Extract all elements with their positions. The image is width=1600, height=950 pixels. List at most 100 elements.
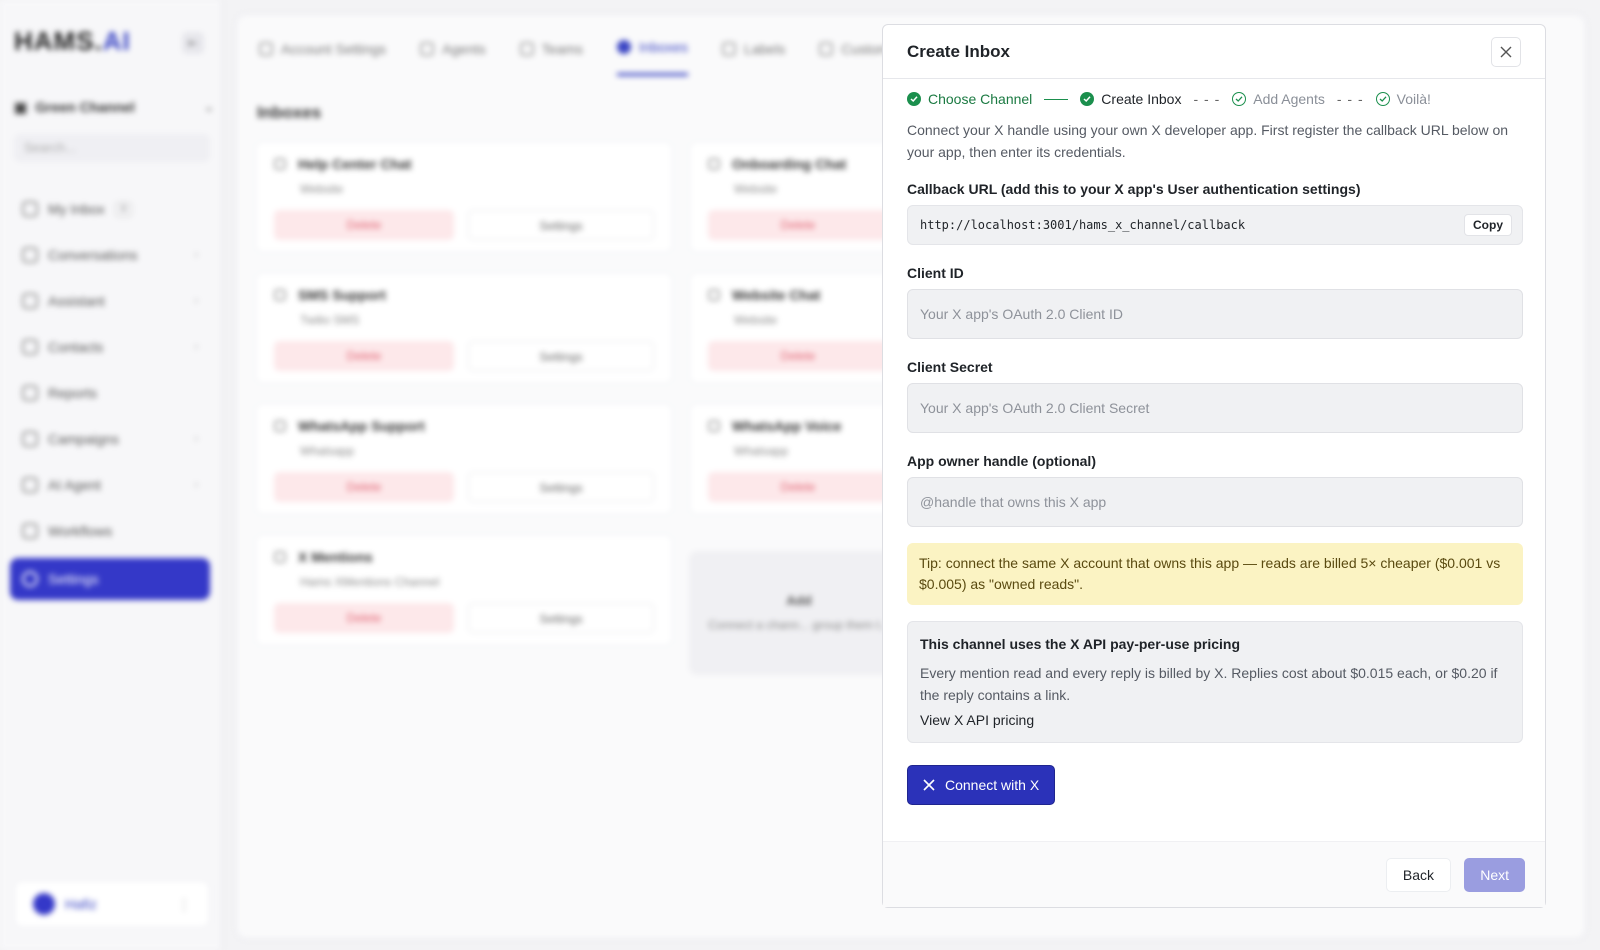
add-inbox-card[interactable]: Add Connect a chann... group them t... [689,551,909,675]
chevron-right-icon: › [194,295,198,307]
client-id-label: Client ID [907,265,964,281]
inbox-settings-button[interactable]: Settings [468,603,654,633]
sidebar-item-settings[interactable]: Settings [10,558,210,600]
reports-icon [22,385,38,401]
inbox-icon [616,40,631,54]
connect-with-x-button[interactable]: Connect with X [907,765,1056,805]
tab-agents[interactable]: Agents [420,39,486,76]
sidebar-search-input[interactable]: Search... [14,134,210,162]
delete-inbox-button[interactable]: Delete [708,472,888,502]
contacts-icon [22,339,38,355]
owner-handle-input[interactable] [907,477,1523,527]
modal-title: Create Inbox [907,41,1010,61]
settings-icon [259,41,273,56]
step-separator: - - - [1336,91,1364,107]
check-circle-outline-icon [1232,92,1247,106]
team-icon [519,41,534,56]
x-icon [274,551,286,563]
inbox-settings-button[interactable]: Settings [468,341,654,371]
client-id-input[interactable] [907,289,1523,339]
inbox-card: WhatsApp Support Whatsapp Delete Settings [255,403,673,515]
inbox-card: X Mentions Hams XMentions Channel Delete… [255,534,673,646]
tab-inboxes[interactable]: Inboxes [616,39,688,76]
inbox-settings-button[interactable]: Settings [468,472,654,502]
settings-tabs: Account Settings Agents Teams Inboxes La… [259,39,914,76]
chevron-down-icon: ⌄ [203,100,214,114]
x-logo-icon [923,779,935,791]
tab-teams[interactable]: Teams [519,39,583,76]
check-circle-icon [1080,92,1095,106]
client-secret-label: Client Secret [907,359,993,375]
delete-inbox-button[interactable]: Delete [274,472,454,502]
sidebar-collapse-button[interactable]: ⇤ [182,32,204,54]
chevron-right-icon: › [194,249,198,261]
callback-url-box: http://localhost:3001/hams_x_channel/cal… [907,205,1523,245]
modal-body: Connect your X handle using your own X d… [907,119,1523,805]
more-icon: ⋮ [177,895,191,912]
delete-inbox-button[interactable]: Delete [274,603,454,633]
sidebar-item-my-inbox[interactable]: My Inbox 0 [10,186,210,232]
sidebar-item-conversations[interactable]: Conversations › [10,232,210,278]
back-button[interactable]: Back [1385,858,1451,892]
sidebar-item-workflows[interactable]: Workflows [10,508,210,554]
close-icon [1500,46,1512,58]
workspace-icon: ▣ [14,98,28,115]
campaigns-icon [22,431,38,447]
delete-inbox-button[interactable]: Delete [274,210,454,240]
sidebar-item-campaigns[interactable]: Campaigns › [10,416,210,462]
owner-handle-label: App owner handle (optional) [907,453,1096,469]
step-add-agents: Add Agents [1232,91,1325,107]
whatsapp-icon [708,420,720,432]
pricing-text: Every mention read and every reply is bi… [920,665,1498,703]
chevron-right-icon: › [194,341,198,353]
chevron-right-icon: › [194,433,198,445]
tag-icon [721,41,736,56]
website-icon [708,158,720,170]
step-voila: Voilà! [1375,91,1431,107]
pricing-info-box: This channel uses the X API pay-per-use … [907,621,1523,743]
delete-inbox-button[interactable]: Delete [274,341,454,371]
pricing-title: This channel uses the X API pay-per-use … [920,636,1241,652]
callback-url-label: Callback URL (add this to your X app's U… [907,181,1361,197]
sidebar-item-contacts[interactable]: Contacts › [10,324,210,370]
inbox-icon [22,201,38,217]
close-button[interactable] [1491,37,1521,67]
sidebar-item-reports[interactable]: Reports [10,370,210,416]
delete-inbox-button[interactable]: Delete [708,341,888,371]
sidebar-nav: My Inbox 0 Conversations › Assistant › Cont… [10,186,210,600]
inbox-card: Help Center Chat Website Delete Settings [255,141,673,253]
check-circle-icon [907,92,921,106]
sidebar: HAMS.AI ⇤ ▣ Green Channel ⌄ Search... My… [0,0,222,950]
tab-account-settings[interactable]: Account Settings [259,39,386,76]
page-title: Inboxes [257,103,322,122]
inbox-card: SMS Support Twilio SMS Delete Settings [255,272,673,384]
avatar [33,893,55,915]
website-icon [708,289,720,301]
workflow-icon [22,523,38,539]
sms-icon [274,289,286,301]
step-separator [1044,98,1069,100]
copy-button[interactable]: Copy [1464,214,1512,236]
client-secret-input[interactable] [907,383,1523,433]
website-icon [274,158,286,170]
next-button[interactable]: Next [1464,858,1525,892]
callback-url: http://localhost:3001/hams_x_channel/cal… [920,218,1246,232]
inbox-settings-button[interactable]: Settings [468,210,654,240]
sidebar-item-ai-agent[interactable]: AI Agent › [10,462,210,508]
intro-text: Connect your X handle using your own X d… [907,122,1509,160]
chat-icon [22,247,38,263]
view-pricing-link[interactable]: View X API pricing [920,712,1034,728]
bot-icon [22,477,38,493]
workspace-switcher[interactable]: ▣ Green Channel ⌄ [14,98,214,116]
assistant-icon [22,293,38,309]
chevron-right-icon: › [194,479,198,491]
delete-inbox-button[interactable]: Delete [708,210,888,240]
logo: HAMS.AI [14,26,131,56]
code-icon [819,41,834,56]
whatsapp-icon [274,420,286,432]
create-inbox-modal: Create Inbox Choose Channel Create Inbox… [882,24,1546,908]
sidebar-item-assistant[interactable]: Assistant › [10,278,210,324]
user-icon [420,41,435,56]
tab-labels[interactable]: Labels [721,39,785,76]
user-menu[interactable]: Hafiz ⋮ [14,880,210,928]
